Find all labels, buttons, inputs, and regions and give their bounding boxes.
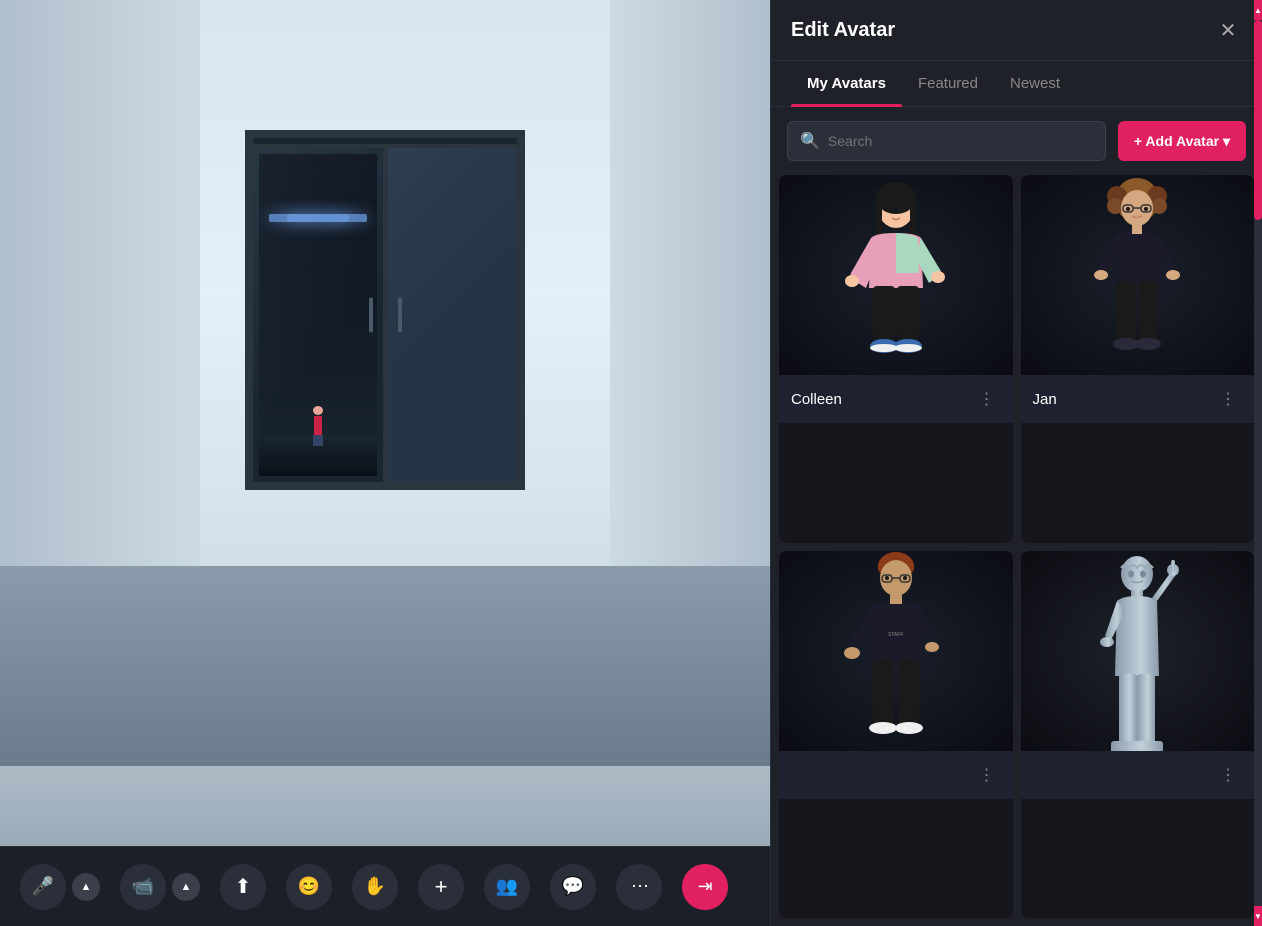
colleen-svg: [831, 178, 961, 373]
avatar-card-colleen[interactable]: Colleen ⋮: [779, 175, 1013, 543]
avatar-grid: Colleen ⋮: [771, 175, 1262, 926]
avatar-menu-statue[interactable]: ⋮: [1214, 761, 1242, 789]
three-dots-icon-colleen: ⋮: [979, 389, 995, 409]
avatar-image-colleen: [779, 175, 1013, 375]
search-input[interactable]: [828, 133, 1093, 149]
chevron-up-icon-2: ▲: [181, 881, 192, 893]
three-dots-icon-jan: ⋮: [1220, 389, 1236, 409]
mic-button[interactable]: 🎤: [20, 864, 66, 910]
exit-icon: ⇥: [697, 876, 712, 897]
door-handle-right: [398, 298, 402, 333]
toolbar: 🎤 ▲ 📹 ▲ ⬆ 😊: [0, 846, 770, 926]
emoji-button[interactable]: 😊: [286, 864, 332, 910]
tab-bar: My Avatars Featured Newest: [771, 61, 1262, 107]
avatar-image-jan: [1021, 175, 1255, 375]
jan-svg: [1077, 178, 1197, 373]
add-avatar-label: + Add Avatar ▾: [1134, 133, 1230, 150]
avatar-footer-jan: Jan ⋮: [1021, 375, 1255, 423]
hallway: [259, 154, 377, 476]
tab-my-avatars[interactable]: My Avatars: [791, 61, 902, 106]
mic-icon: 🎤: [32, 876, 54, 897]
share-icon: ⬆: [235, 874, 252, 899]
avatar-card-male[interactable]: STAFF ⋮: [779, 551, 1013, 919]
avatar-menu-jan[interactable]: ⋮: [1214, 385, 1242, 413]
three-dots-icon-male: ⋮: [979, 765, 995, 785]
panel-title: Edit Avatar: [791, 19, 895, 42]
close-button[interactable]: ✕: [1214, 16, 1242, 44]
share-screen-button[interactable]: ⬆: [220, 864, 266, 910]
avatar-footer-statue: ⋮: [1021, 751, 1255, 799]
hallway-avatar-body: [314, 416, 322, 435]
chat-button[interactable]: 💬: [550, 864, 596, 910]
wall-left: [0, 0, 200, 635]
edit-avatar-panel: Edit Avatar ✕ My Avatars Featured Newest…: [770, 0, 1262, 926]
avatar-name-jan: Jan: [1033, 391, 1057, 408]
search-box: 🔍: [787, 121, 1106, 161]
avatar-menu-colleen[interactable]: ⋮: [973, 385, 1001, 413]
hallway-avatar-head: [313, 406, 323, 415]
camera-options-button[interactable]: ▲: [172, 873, 200, 901]
raise-hand-button[interactable]: ✋: [352, 864, 398, 910]
scrollbar-arrow-up[interactable]: ▲: [1254, 0, 1262, 20]
scrollbar-arrow-down[interactable]: ▼: [1254, 906, 1262, 926]
mic-options-button[interactable]: ▲: [72, 873, 100, 901]
search-add-row: 🔍 + Add Avatar ▾: [771, 107, 1262, 175]
svg-text:STAFF: STAFF: [888, 632, 903, 638]
hallway-avatar: [310, 406, 326, 446]
scrollbar-thumb[interactable]: [1254, 20, 1262, 220]
leave-button[interactable]: ⇥: [682, 864, 728, 910]
panel-header: Edit Avatar ✕: [771, 0, 1262, 61]
avatar-menu-male[interactable]: ⋮: [973, 761, 1001, 789]
hallway-light-right: [287, 214, 367, 222]
floor: [0, 566, 770, 766]
hallway-avatar-legs: [313, 435, 323, 446]
participants-button[interactable]: 👥: [484, 864, 530, 910]
avatar-image-statue: [1021, 551, 1255, 751]
avatar-footer-colleen: Colleen ⋮: [779, 375, 1013, 423]
emoji-icon: 😊: [298, 876, 320, 897]
three-dots-icon-statue: ⋮: [1220, 765, 1236, 785]
avatar-image-male: STAFF: [779, 551, 1013, 751]
avatar-name-colleen: Colleen: [791, 391, 842, 408]
wall-right: [610, 0, 770, 635]
chevron-up-icon: ▲: [81, 881, 92, 893]
camera-button[interactable]: 📹: [120, 864, 166, 910]
male-svg: STAFF: [836, 551, 956, 751]
close-icon: ✕: [1220, 18, 1237, 43]
participants-icon: 👥: [496, 876, 518, 897]
hand-icon: ✋: [364, 876, 386, 897]
ellipsis-icon: ⋯: [631, 876, 647, 897]
options-button[interactable]: ⋯: [616, 864, 662, 910]
statue-svg: [1087, 551, 1187, 751]
more-actions-button[interactable]: +: [418, 864, 464, 910]
tab-newest[interactable]: Newest: [994, 61, 1076, 106]
avatar-footer-male: ⋮: [779, 751, 1013, 799]
scrollbar-track: ▲ ▼: [1254, 0, 1262, 926]
door-container: [245, 130, 525, 490]
add-avatar-button[interactable]: + Add Avatar ▾: [1118, 121, 1246, 161]
door-handle-left: [369, 298, 373, 333]
avatar-card-statue[interactable]: ⋮: [1021, 551, 1255, 919]
tab-featured[interactable]: Featured: [902, 61, 994, 106]
chat-icon: 💬: [562, 876, 584, 897]
camera-icon: 📹: [132, 876, 154, 897]
plus-icon: +: [435, 874, 448, 900]
avatar-card-jan[interactable]: Jan ⋮: [1021, 175, 1255, 543]
search-icon: 🔍: [800, 131, 820, 151]
